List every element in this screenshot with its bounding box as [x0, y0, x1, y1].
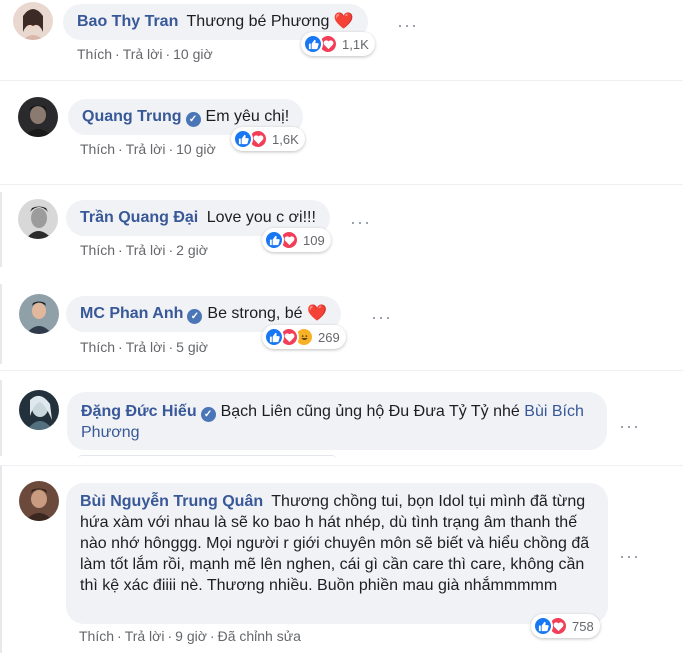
verified-badge-icon: ✓: [187, 309, 203, 324]
reply-link[interactable]: Trả lời: [126, 339, 166, 355]
divider: [0, 80, 683, 81]
like-reaction-icon: [264, 230, 284, 250]
thread-rule: [0, 192, 2, 267]
divider: [0, 370, 683, 371]
thread-rule: [0, 380, 2, 456]
comment-actions: Thích · Trả lời · 9 giờ · Đã chỉnh sửa: [79, 628, 301, 644]
avatar[interactable]: [18, 97, 58, 137]
reaction-count: 1,6K: [272, 131, 299, 147]
thread-rule: [0, 466, 2, 653]
reply-link[interactable]: Trả lời: [126, 141, 166, 157]
reaction-summary[interactable]: 1,6K: [231, 127, 305, 151]
more-options-icon[interactable]: ···: [397, 16, 418, 34]
comment-author[interactable]: MC Phan Anh: [80, 305, 183, 322]
comment-text: Love you c ơi!!!: [206, 209, 316, 226]
divider: [0, 465, 683, 466]
heart-emoji-icon: ❤️: [307, 305, 327, 322]
more-options-icon[interactable]: ···: [350, 213, 371, 231]
comment-text: Bạch Liên cũng ủng hộ Đu Đưa Tỷ Tỷ nhé: [220, 403, 520, 420]
avatar[interactable]: [13, 2, 53, 40]
like-reaction-icon: [264, 327, 284, 347]
comment-actions: Thích · Trả lời · 5 giờ: [80, 339, 208, 355]
more-options-icon[interactable]: ···: [619, 417, 640, 435]
reply-link[interactable]: Trả lời: [125, 628, 165, 644]
verified-badge-icon: ✓: [200, 407, 216, 422]
like-link[interactable]: Thích: [80, 141, 115, 157]
like-link[interactable]: Thích: [79, 628, 114, 644]
comment-text: Be strong, bé: [207, 305, 303, 322]
more-options-icon[interactable]: ···: [619, 547, 640, 565]
avatar[interactable]: [19, 481, 59, 521]
reaction-summary[interactable]: 269: [262, 325, 346, 349]
reaction-summary[interactable]: 109: [262, 228, 331, 252]
reply-link[interactable]: Trả lời: [126, 242, 166, 258]
comment-bubble: Bùi Nguyễn Trung Quân Thương chồng tui, …: [66, 483, 608, 624]
edited-label: Đã chỉnh sửa: [217, 628, 301, 644]
comment-author[interactable]: Trần Quang Đại: [80, 209, 198, 226]
reaction-summary[interactable]: 758: [531, 614, 600, 638]
like-reaction-icon: [533, 616, 553, 636]
like-link[interactable]: Thích: [80, 339, 115, 355]
comment-author[interactable]: Bùi Nguyễn Trung Quân: [80, 493, 263, 510]
comment-bubble: Đặng Đức Hiếu ✓ Bạch Liên cũng ủng hộ Đu Đ…: [67, 392, 607, 450]
reaction-count: 1,1K: [342, 36, 369, 52]
comment-text: Thương bé Phương: [186, 13, 330, 30]
more-options-icon[interactable]: ···: [371, 308, 392, 326]
like-reaction-icon: [303, 34, 323, 54]
comment-actions: Thích · Trả lời · 10 giờ: [77, 46, 213, 62]
thread-rule: [0, 284, 2, 364]
comment-author[interactable]: Đặng Đức Hiếu: [81, 403, 197, 420]
reaction-count: 758: [572, 618, 594, 634]
verified-badge-icon: ✓: [185, 112, 201, 127]
timestamp[interactable]: 2 giờ: [176, 242, 208, 258]
like-link[interactable]: Thích: [77, 46, 112, 62]
reaction-count: 109: [303, 232, 325, 248]
like-link[interactable]: Thích: [80, 242, 115, 258]
timestamp[interactable]: 9 giờ: [175, 628, 207, 644]
comment-actions: Thích · Trả lời · 2 giờ: [80, 242, 208, 258]
comment-text: Em yêu chị!: [205, 108, 290, 125]
timestamp[interactable]: 10 giờ: [176, 141, 216, 157]
reply-link[interactable]: Trả lời: [123, 46, 163, 62]
timestamp[interactable]: 10 giờ: [173, 46, 213, 62]
divider: [0, 184, 683, 185]
comment-author[interactable]: Bao Thy Tran: [77, 13, 178, 30]
avatar[interactable]: [19, 294, 59, 334]
avatar[interactable]: [18, 199, 58, 239]
reply-input-preview[interactable]: [78, 455, 336, 459]
like-reaction-icon: [233, 129, 253, 149]
comment-author[interactable]: Quang Trung: [82, 108, 182, 125]
comment-actions: Thích · Trả lời · 10 giờ: [80, 141, 216, 157]
heart-emoji-icon: ❤️: [333, 13, 354, 30]
reaction-summary[interactable]: 1,1K: [301, 32, 375, 56]
reaction-count: 269: [318, 329, 340, 345]
avatar[interactable]: [19, 390, 59, 430]
timestamp[interactable]: 5 giờ: [176, 339, 208, 355]
